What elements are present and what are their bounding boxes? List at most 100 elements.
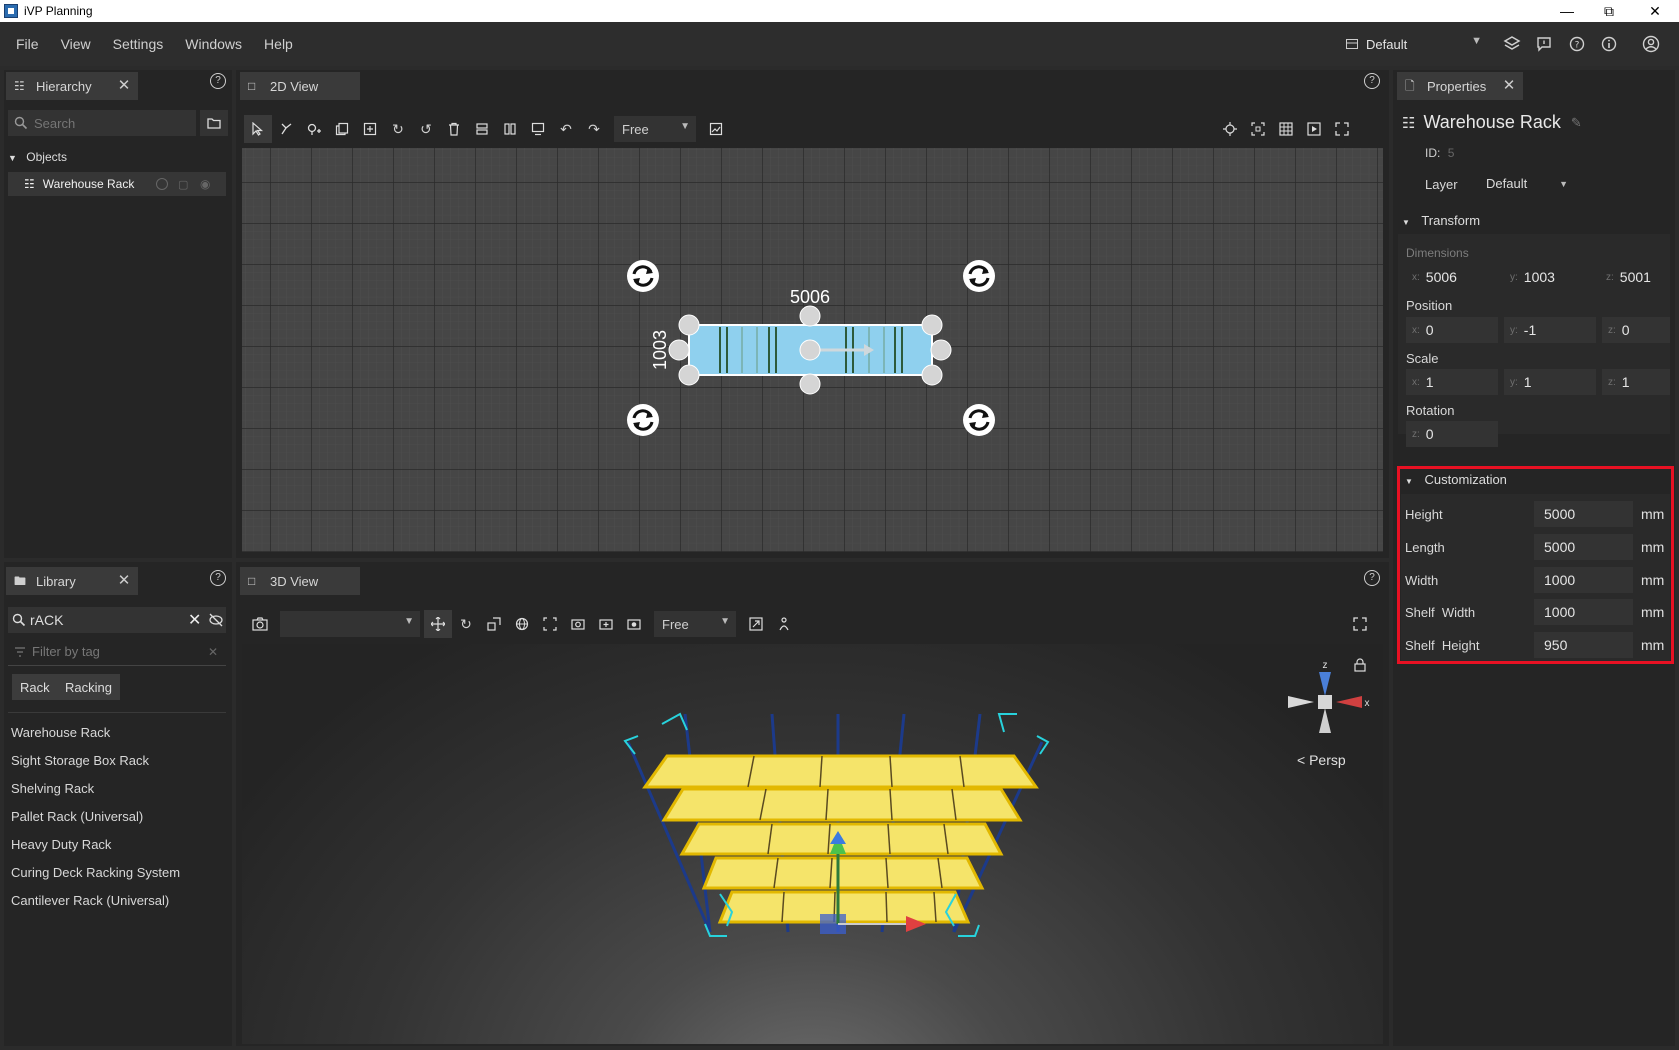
scale-tool-button[interactable] — [480, 610, 508, 638]
eye-icon[interactable]: ◉ — [200, 177, 210, 191]
library-item[interactable]: Sight Storage Box Rack — [11, 753, 149, 768]
user-account-icon[interactable] — [1638, 31, 1664, 57]
close-window-button[interactable]: ✕ — [1632, 0, 1678, 22]
screenshot-icon[interactable] — [620, 610, 648, 638]
add-point-button[interactable] — [300, 115, 328, 143]
align-horizontal-button[interactable] — [468, 115, 496, 143]
tab-2d-view[interactable]: □ 2D View — [240, 72, 360, 100]
layout-select[interactable]: Default ▼ — [1346, 31, 1486, 57]
mode-3d-select[interactable]: Free ▼ — [654, 611, 736, 637]
menu-windows[interactable]: Windows — [174, 36, 253, 52]
customization-section-header[interactable]: ▼ Customization — [1405, 472, 1507, 487]
person-walk-icon[interactable] — [770, 610, 798, 638]
add-folder-button[interactable] — [200, 110, 228, 136]
position-y-field[interactable]: y: -1 — [1504, 317, 1596, 343]
snap-mode-select[interactable]: Free ▼ — [614, 116, 696, 142]
clear-filter-icon[interactable]: ✕ — [208, 645, 218, 659]
transform-section-header[interactable]: ▼ Transform — [1402, 213, 1480, 228]
redo-button[interactable]: ↷ — [580, 115, 608, 143]
image-icon[interactable] — [702, 115, 730, 143]
width-input[interactable]: 1000 — [1534, 567, 1633, 593]
library-item[interactable]: Shelving Rack — [11, 781, 94, 796]
target-icon[interactable] — [156, 178, 168, 190]
tab-hierarchy[interactable]: ☷ Hierarchy ✕ — [6, 72, 138, 100]
rotation-z-field[interactable]: z: 0 — [1406, 421, 1498, 447]
layer-select[interactable]: Default ▼ — [1486, 176, 1568, 191]
help-icon[interactable]: ? — [210, 73, 226, 89]
lock-icon[interactable]: ▢ — [178, 178, 188, 191]
lock-icon[interactable] — [1354, 658, 1366, 672]
length-input[interactable]: 5000 — [1534, 534, 1633, 560]
tab-3d-view[interactable]: □ 3D View — [240, 567, 360, 595]
rack-3d-model[interactable] — [242, 644, 1383, 1044]
add-camera-icon[interactable] — [592, 610, 620, 638]
hierarchy-item-warehouse-rack[interactable]: ☷ Warehouse Rack ▢ ◉ — [8, 172, 226, 196]
shelf-width-input[interactable]: 1000 — [1534, 599, 1633, 625]
scale-x-field[interactable]: x: 1 — [1406, 369, 1498, 395]
menu-view[interactable]: View — [50, 36, 102, 52]
focus-icon[interactable] — [536, 610, 564, 638]
help-icon[interactable]: ? — [1364, 73, 1380, 89]
hierarchy-search[interactable] — [8, 110, 196, 136]
help-icon[interactable]: ? — [1364, 570, 1380, 586]
clear-search-icon[interactable]: ✕ — [188, 610, 201, 630]
view2d-canvas[interactable]: 5006 1003 — [242, 148, 1383, 552]
library-item[interactable]: Heavy Duty Rack — [11, 837, 111, 852]
move-tool-button[interactable] — [424, 610, 452, 638]
feedback-icon[interactable] — [1531, 31, 1557, 57]
position-z-field[interactable]: z: 0 — [1602, 317, 1670, 343]
layers-icon[interactable] — [1499, 31, 1525, 57]
position-x-field[interactable]: x: 0 — [1406, 317, 1498, 343]
rotate-handle-icon[interactable] — [963, 260, 995, 292]
undo-button[interactable]: ↶ — [552, 115, 580, 143]
tag-chip-racking[interactable]: Racking — [57, 674, 120, 700]
scale-z-field[interactable]: z: 1 — [1602, 369, 1670, 395]
tab-library[interactable]: 🖿 Library ✕ — [6, 567, 138, 595]
shelf-height-input[interactable]: 950 — [1534, 632, 1633, 658]
height-input[interactable]: 5000 — [1534, 501, 1633, 527]
camera-select[interactable]: ▼ — [280, 611, 420, 637]
group-button[interactable] — [524, 115, 552, 143]
play-icon[interactable] — [1300, 115, 1328, 143]
restore-button[interactable]: ⧉ — [1586, 0, 1632, 22]
close-icon[interactable]: ✕ — [116, 78, 132, 94]
library-search-value[interactable]: rACK — [30, 612, 63, 628]
help-icon[interactable]: ? — [210, 570, 226, 586]
projection-toggle[interactable]: < Persp — [1297, 752, 1346, 768]
menu-file[interactable]: File — [0, 36, 50, 52]
menu-settings[interactable]: Settings — [102, 36, 175, 52]
delete-icon[interactable] — [440, 115, 468, 143]
close-icon[interactable]: ✕ — [116, 573, 132, 589]
fullscreen-icon[interactable] — [1328, 115, 1356, 143]
help-circle-icon[interactable]: ? — [1564, 31, 1590, 57]
tag-chip-rack[interactable]: Rack — [12, 674, 58, 700]
path-tool-button[interactable] — [272, 115, 300, 143]
grid-icon[interactable] — [1272, 115, 1300, 143]
hide-icon[interactable] — [208, 613, 224, 627]
search-input[interactable] — [34, 115, 184, 131]
library-item[interactable]: Warehouse Rack — [11, 725, 110, 740]
scale-y-field[interactable]: y: 1 — [1504, 369, 1596, 395]
menu-help[interactable]: Help — [253, 36, 304, 52]
view3d-canvas[interactable]: z x < Persp — [242, 644, 1383, 1044]
rotate-ccw-button[interactable]: ↺ — [412, 115, 440, 143]
duplicate-button[interactable] — [356, 115, 384, 143]
snapshot-icon[interactable] — [564, 610, 592, 638]
rotate-handle-icon[interactable] — [963, 404, 995, 436]
grid-2d[interactable]: 5006 1003 — [242, 148, 1383, 552]
library-item[interactable]: Pallet Rack (Universal) — [11, 809, 143, 824]
fit-view-icon[interactable] — [1244, 115, 1272, 143]
rotate-cw-button[interactable]: ↻ — [384, 115, 412, 143]
info-icon[interactable] — [1596, 31, 1622, 57]
close-icon[interactable]: ✕ — [1501, 78, 1517, 94]
camera-icon[interactable] — [246, 610, 274, 638]
minimize-button[interactable]: — — [1544, 0, 1590, 22]
rotate-handle-icon[interactable] — [627, 404, 659, 436]
mirror-button[interactable] — [496, 115, 524, 143]
fullscreen-icon[interactable] — [1346, 610, 1374, 638]
select-tool-button[interactable] — [244, 115, 272, 143]
copy-button[interactable] — [328, 115, 356, 143]
library-item[interactable]: Curing Deck Racking System — [11, 865, 180, 880]
export-icon[interactable] — [742, 610, 770, 638]
edit-pencil-icon[interactable]: ✎ — [1571, 115, 1582, 131]
